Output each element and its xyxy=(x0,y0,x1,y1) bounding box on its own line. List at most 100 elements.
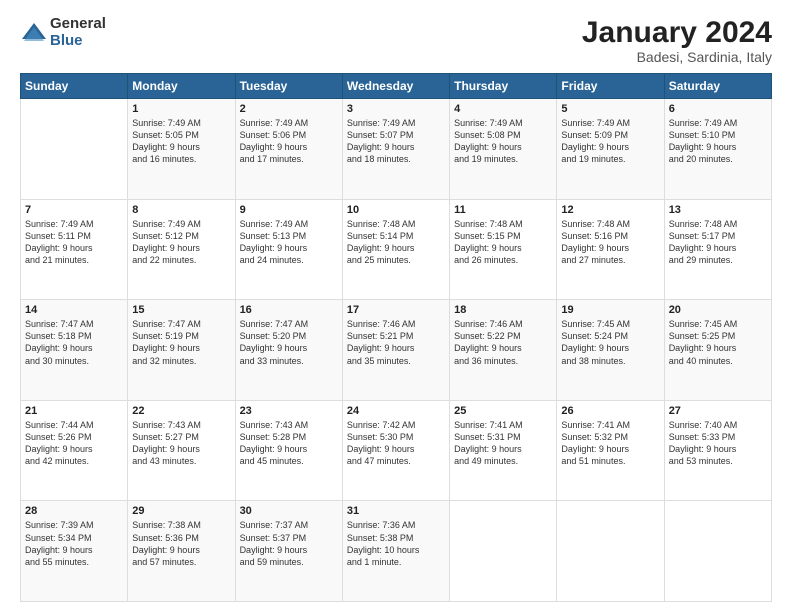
calendar-week-4: 21Sunrise: 7:44 AM Sunset: 5:26 PM Dayli… xyxy=(21,400,772,501)
calendar-week-2: 7 Sunrise: 7:49 AM Sunset: 5:11 PM Daylig… xyxy=(21,199,772,300)
calendar-cell: 26 Sunrise: 7:41 AM Sunset: 5:32 PM Dayli… xyxy=(557,400,664,501)
day-info: Sunrise: 7:48 AM Sunset: 5:17 PM Dayligh… xyxy=(669,218,767,267)
day-number: 25 xyxy=(454,405,552,417)
calendar-cell: 13 Sunrise: 7:48 AM Sunset: 5:17 PM Dayli… xyxy=(664,199,771,300)
day-info: Sunrise: 7:47 AM Sunset: 5:20 PM Dayligh… xyxy=(240,318,338,367)
day-number: 21 xyxy=(25,405,123,417)
day-number: 16 xyxy=(240,304,338,316)
day-number: 3 xyxy=(347,103,445,115)
calendar-body: 1 Sunrise: 7:49 AM Sunset: 5:05 PM Daylig… xyxy=(21,99,772,602)
day-info: Sunrise: 7:49 AM Sunset: 5:12 PM Dayligh… xyxy=(132,218,230,267)
calendar-cell: 14 Sunrise: 7:47 AM Sunset: 5:18 PM Dayli… xyxy=(21,300,128,401)
calendar-cell: 17Sunrise: 7:46 AM Sunset: 5:21 PM Dayli… xyxy=(342,300,449,401)
day-info: Sunrise: 7:48 AM Sunset: 5:15 PM Dayligh… xyxy=(454,218,552,267)
header: General Blue January 2024 Badesi, Sardin… xyxy=(20,16,772,65)
col-thursday: Thursday xyxy=(450,74,557,99)
col-sunday: Sunday xyxy=(21,74,128,99)
day-number: 29 xyxy=(132,505,230,517)
day-number: 12 xyxy=(561,204,659,216)
day-number: 4 xyxy=(454,103,552,115)
calendar-cell: 3 Sunrise: 7:49 AM Sunset: 5:07 PM Daylig… xyxy=(342,99,449,200)
day-number: 13 xyxy=(669,204,767,216)
day-info: Sunrise: 7:49 AM Sunset: 5:11 PM Dayligh… xyxy=(25,218,123,267)
day-info: Sunrise: 7:43 AM Sunset: 5:27 PM Dayligh… xyxy=(132,419,230,468)
calendar-cell: 16 Sunrise: 7:47 AM Sunset: 5:20 PM Dayli… xyxy=(235,300,342,401)
calendar-cell: 9 Sunrise: 7:49 AM Sunset: 5:13 PM Daylig… xyxy=(235,199,342,300)
calendar-cell xyxy=(21,99,128,200)
day-info: Sunrise: 7:46 AM Sunset: 5:21 PM Dayligh… xyxy=(347,318,445,367)
day-number: 14 xyxy=(25,304,123,316)
calendar-cell: 28Sunrise: 7:39 AM Sunset: 5:34 PM Dayli… xyxy=(21,501,128,602)
day-info: Sunrise: 7:46 AM Sunset: 5:22 PM Dayligh… xyxy=(454,318,552,367)
calendar-cell: 24 Sunrise: 7:42 AM Sunset: 5:30 PM Dayli… xyxy=(342,400,449,501)
day-number: 30 xyxy=(240,505,338,517)
col-tuesday: Tuesday xyxy=(235,74,342,99)
day-info: Sunrise: 7:45 AM Sunset: 5:24 PM Dayligh… xyxy=(561,318,659,367)
calendar-cell: 4 Sunrise: 7:49 AM Sunset: 5:08 PM Daylig… xyxy=(450,99,557,200)
day-number: 26 xyxy=(561,405,659,417)
month-title: January 2024 xyxy=(582,16,772,49)
calendar-cell: 25 Sunrise: 7:41 AM Sunset: 5:31 PM Dayli… xyxy=(450,400,557,501)
calendar-cell xyxy=(450,501,557,602)
day-info: Sunrise: 7:49 AM Sunset: 5:06 PM Dayligh… xyxy=(240,117,338,166)
calendar-table: Sunday Monday Tuesday Wednesday Thursday… xyxy=(20,73,772,602)
calendar-week-5: 28Sunrise: 7:39 AM Sunset: 5:34 PM Dayli… xyxy=(21,501,772,602)
calendar-cell: 12 Sunrise: 7:48 AM Sunset: 5:16 PM Dayli… xyxy=(557,199,664,300)
day-number: 27 xyxy=(669,405,767,417)
day-info: Sunrise: 7:42 AM Sunset: 5:30 PM Dayligh… xyxy=(347,419,445,468)
day-info: Sunrise: 7:47 AM Sunset: 5:18 PM Dayligh… xyxy=(25,318,123,367)
day-info: Sunrise: 7:49 AM Sunset: 5:05 PM Dayligh… xyxy=(132,117,230,166)
day-number: 24 xyxy=(347,405,445,417)
day-info: Sunrise: 7:48 AM Sunset: 5:14 PM Dayligh… xyxy=(347,218,445,267)
logo-text: General Blue xyxy=(50,16,106,49)
day-number: 10 xyxy=(347,204,445,216)
day-number: 15 xyxy=(132,304,230,316)
calendar-cell: 5Sunrise: 7:49 AM Sunset: 5:09 PM Daylig… xyxy=(557,99,664,200)
calendar-cell: 22 Sunrise: 7:43 AM Sunset: 5:27 PM Dayli… xyxy=(128,400,235,501)
col-monday: Monday xyxy=(128,74,235,99)
day-info: Sunrise: 7:41 AM Sunset: 5:31 PM Dayligh… xyxy=(454,419,552,468)
day-info: Sunrise: 7:48 AM Sunset: 5:16 PM Dayligh… xyxy=(561,218,659,267)
day-number: 9 xyxy=(240,204,338,216)
col-saturday: Saturday xyxy=(664,74,771,99)
calendar-week-1: 1 Sunrise: 7:49 AM Sunset: 5:05 PM Daylig… xyxy=(21,99,772,200)
calendar-cell: 27 Sunrise: 7:40 AM Sunset: 5:33 PM Dayli… xyxy=(664,400,771,501)
day-info: Sunrise: 7:38 AM Sunset: 5:36 PM Dayligh… xyxy=(132,519,230,568)
day-info: Sunrise: 7:49 AM Sunset: 5:10 PM Dayligh… xyxy=(669,117,767,166)
calendar-header: Sunday Monday Tuesday Wednesday Thursday… xyxy=(21,74,772,99)
day-info: Sunrise: 7:49 AM Sunset: 5:07 PM Dayligh… xyxy=(347,117,445,166)
calendar-cell: 2Sunrise: 7:49 AM Sunset: 5:06 PM Daylig… xyxy=(235,99,342,200)
day-info: Sunrise: 7:37 AM Sunset: 5:37 PM Dayligh… xyxy=(240,519,338,568)
day-info: Sunrise: 7:49 AM Sunset: 5:13 PM Dayligh… xyxy=(240,218,338,267)
day-info: Sunrise: 7:40 AM Sunset: 5:33 PM Dayligh… xyxy=(669,419,767,468)
calendar-cell: 7 Sunrise: 7:49 AM Sunset: 5:11 PM Daylig… xyxy=(21,199,128,300)
calendar-cell: 31 Sunrise: 7:36 AM Sunset: 5:38 PM Dayli… xyxy=(342,501,449,602)
calendar-cell: 6 Sunrise: 7:49 AM Sunset: 5:10 PM Daylig… xyxy=(664,99,771,200)
day-info: Sunrise: 7:41 AM Sunset: 5:32 PM Dayligh… xyxy=(561,419,659,468)
calendar-week-3: 14 Sunrise: 7:47 AM Sunset: 5:18 PM Dayli… xyxy=(21,300,772,401)
logo-icon xyxy=(20,19,48,47)
day-number: 6 xyxy=(669,103,767,115)
day-info: Sunrise: 7:49 AM Sunset: 5:09 PM Dayligh… xyxy=(561,117,659,166)
day-info: Sunrise: 7:49 AM Sunset: 5:08 PM Dayligh… xyxy=(454,117,552,166)
calendar-cell: 10 Sunrise: 7:48 AM Sunset: 5:14 PM Dayli… xyxy=(342,199,449,300)
calendar-cell: 19Sunrise: 7:45 AM Sunset: 5:24 PM Dayli… xyxy=(557,300,664,401)
day-info: Sunrise: 7:36 AM Sunset: 5:38 PM Dayligh… xyxy=(347,519,445,568)
title-block: January 2024 Badesi, Sardinia, Italy xyxy=(582,16,772,65)
day-number: 31 xyxy=(347,505,445,517)
page: General Blue January 2024 Badesi, Sardin… xyxy=(0,0,792,612)
calendar-cell: 30 Sunrise: 7:37 AM Sunset: 5:37 PM Dayli… xyxy=(235,501,342,602)
day-number: 7 xyxy=(25,204,123,216)
calendar-cell: 1 Sunrise: 7:49 AM Sunset: 5:05 PM Daylig… xyxy=(128,99,235,200)
calendar-cell xyxy=(664,501,771,602)
day-number: 18 xyxy=(454,304,552,316)
calendar-cell: 20Sunrise: 7:45 AM Sunset: 5:25 PM Dayli… xyxy=(664,300,771,401)
logo-general: General xyxy=(50,16,106,33)
calendar-cell: 29 Sunrise: 7:38 AM Sunset: 5:36 PM Dayli… xyxy=(128,501,235,602)
calendar-cell xyxy=(557,501,664,602)
day-number: 22 xyxy=(132,405,230,417)
day-number: 1 xyxy=(132,103,230,115)
day-info: Sunrise: 7:43 AM Sunset: 5:28 PM Dayligh… xyxy=(240,419,338,468)
header-row: Sunday Monday Tuesday Wednesday Thursday… xyxy=(21,74,772,99)
day-number: 11 xyxy=(454,204,552,216)
